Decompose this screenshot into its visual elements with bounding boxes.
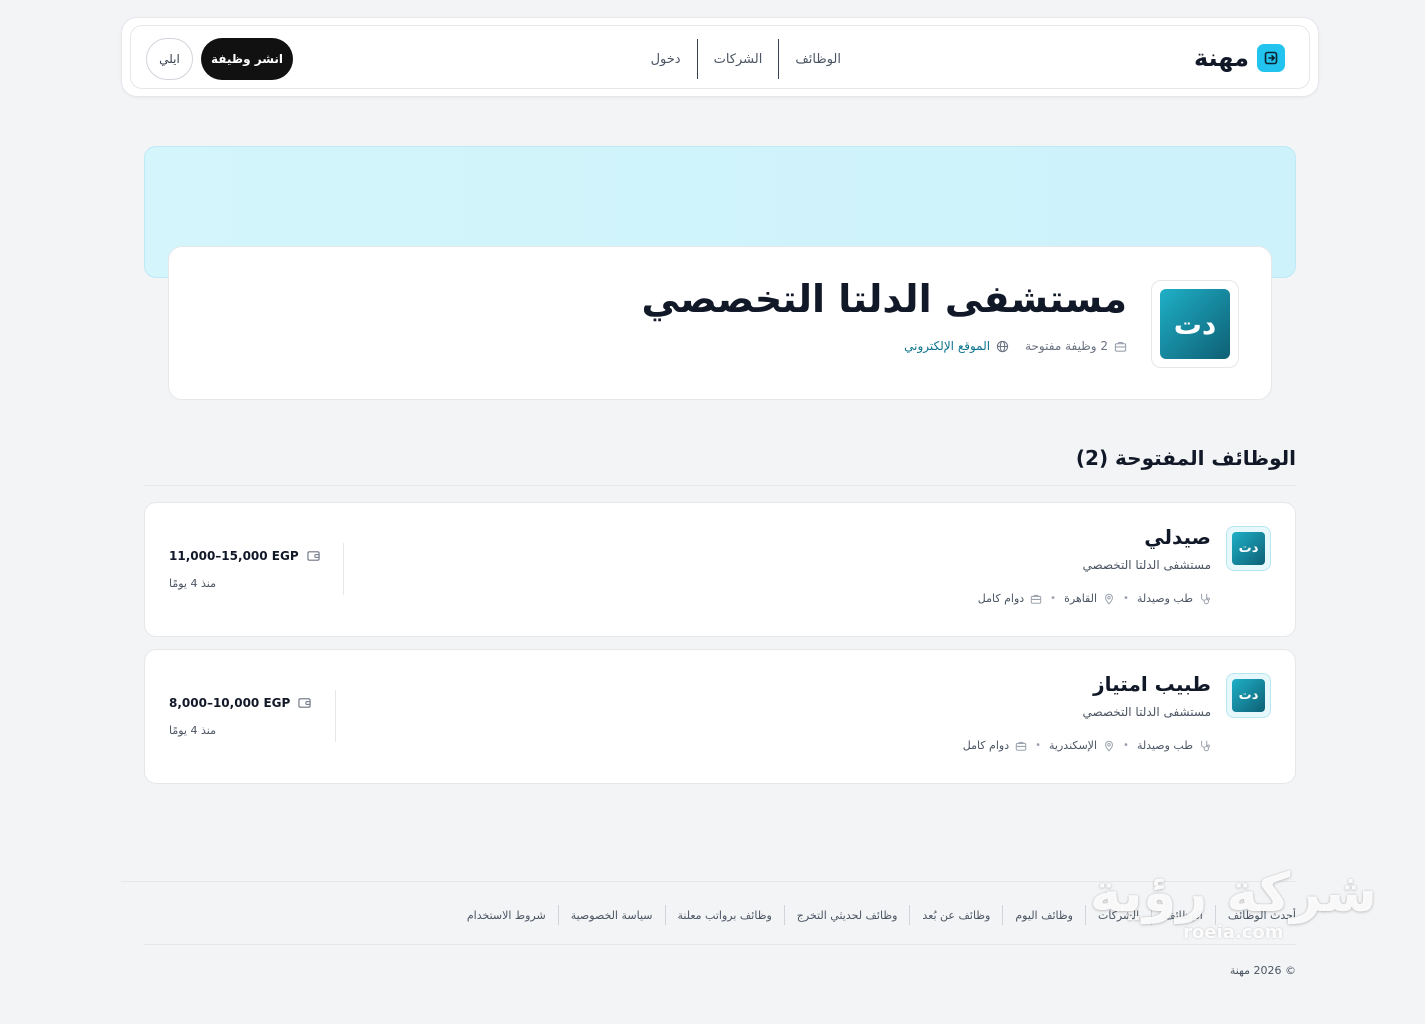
job-company-logo-frame: دت (1226, 526, 1271, 571)
footer-link-today-jobs[interactable]: وظائف اليوم (1003, 909, 1085, 922)
job-type-label: دوام كامل (977, 592, 1025, 605)
stethoscope-icon (1199, 740, 1211, 752)
job-title[interactable]: طبيب امتياز (1093, 672, 1211, 696)
location-pin-icon (1103, 593, 1115, 605)
job-company-name: مستشفى الدلتا التخصصي (1082, 705, 1211, 719)
tag-separator: • (1050, 593, 1057, 604)
brand[interactable]: مهنة (1194, 44, 1285, 72)
briefcase-icon (1015, 740, 1027, 752)
nav-jobs[interactable]: الوظائف (779, 39, 857, 79)
footer-link-remote-jobs[interactable]: وظائف عن بُعد (910, 909, 1002, 922)
job-tags: طب وصيدلة • القاهرة • دوام كامل (978, 592, 1211, 605)
job-posted-date: منذ 4 يومًا (169, 724, 216, 737)
nav-login[interactable]: دخول (635, 39, 697, 79)
brand-logo-icon (1257, 44, 1285, 72)
section-divider (144, 485, 1296, 486)
company-logo-frame: دت (1151, 280, 1239, 368)
footer-separator (909, 905, 911, 925)
footer-link-companies[interactable]: الشركات (1086, 909, 1151, 922)
copyright: © 2026 مهنة (1229, 964, 1296, 977)
footer-link-graduate-jobs[interactable]: وظائف لحديثي التخرج (785, 909, 910, 922)
job-posted-date: منذ 4 يومًا (169, 577, 216, 590)
footer-link-salary-jobs[interactable]: وظائف برواتب معلنة (666, 909, 784, 922)
company-logo: دت (1160, 289, 1230, 359)
footer-separator (783, 905, 785, 925)
job-card[interactable]: دت صيدلي مستشفى الدلتا التخصصي طب وصيدلة… (144, 502, 1296, 637)
job-company-logo-frame: دت (1226, 673, 1271, 718)
footer-divider (144, 944, 1296, 945)
footer-separator (664, 905, 666, 925)
location-pin-icon (1103, 740, 1115, 752)
job-salary-label: 8,000–10,000 EGP (169, 696, 291, 710)
job-type: دوام كامل (963, 739, 1027, 752)
company-profile-card: دت مستشفى الدلتا التخصصي 2 وظيفة مفتوحة … (168, 246, 1272, 400)
nav-divider (778, 39, 780, 79)
job-card-divider (343, 543, 344, 595)
globe-icon (996, 340, 1009, 353)
job-location-label: الإسكندرية (1049, 739, 1098, 752)
nav-divider (696, 39, 698, 79)
job-company-logo: دت (1232, 532, 1265, 565)
job-card[interactable]: دت طبيب امتياز مستشفى الدلتا التخصصي طب … (144, 649, 1296, 784)
job-category: طب وصيدلة (1137, 739, 1211, 752)
briefcase-icon (1114, 340, 1127, 353)
wallet-icon (298, 697, 311, 709)
job-salary: 11,000–15,000 EGP (169, 549, 320, 563)
footer-link-terms[interactable]: شروط الاستخدام (455, 909, 558, 922)
footer-divider (121, 881, 1296, 882)
post-job-button[interactable]: انشر وظيفة (201, 38, 293, 80)
nav-companies[interactable]: الشركات (698, 39, 779, 79)
briefcase-icon (1030, 593, 1042, 605)
brand-name: مهنة (1193, 44, 1249, 72)
footer-separator (1214, 905, 1216, 925)
footer-link-latest-jobs[interactable]: أحدث الوظائف (1216, 909, 1296, 922)
job-category-label: طب وصيدلة (1136, 739, 1193, 752)
tag-separator: • (1123, 593, 1129, 604)
open-jobs-label: 2 وظيفة مفتوحة (1025, 339, 1108, 353)
website-link[interactable]: الموقع الإلكتروني (904, 339, 990, 353)
job-location: الإسكندرية (1049, 739, 1115, 752)
wallet-icon (307, 550, 320, 562)
job-salary-label: 11,000–15,000 EGP (169, 549, 299, 563)
job-salary: 8,000–10,000 EGP (169, 696, 311, 710)
job-category: طب وصيدلة (1137, 592, 1211, 605)
open-jobs-count: 2 وظيفة مفتوحة (1025, 339, 1127, 353)
job-card-divider (335, 690, 336, 742)
website: الموقع الإلكتروني (904, 339, 1009, 353)
footer-link-jobs[interactable]: الوظائف (1152, 909, 1215, 922)
company-meta: 2 وظيفة مفتوحة الموقع الإلكتروني (904, 339, 1127, 353)
tag-separator: • (1123, 740, 1129, 751)
footer-separator (557, 905, 559, 925)
open-jobs-heading: الوظائف المفتوحة (2) (1075, 446, 1296, 470)
tag-separator: • (1035, 740, 1042, 751)
footer-links: أحدث الوظائف الوظائف الشركات وظائف اليوم… (455, 905, 1296, 925)
footer-separator (1151, 905, 1153, 925)
job-location-label: القاهرة (1064, 592, 1098, 605)
stethoscope-icon (1199, 593, 1211, 605)
main-nav: الوظائف الشركات دخول (635, 39, 857, 79)
site-header: مهنة الوظائف الشركات دخول انشر وظيفة ايل… (121, 17, 1319, 97)
job-tags: طب وصيدلة • الإسكندرية • دوام كامل (963, 739, 1211, 752)
user-menu-button[interactable]: ايلي (146, 38, 193, 80)
job-location: القاهرة (1064, 592, 1115, 605)
company-name: مستشفى الدلتا التخصصي (641, 277, 1127, 321)
header-bar: مهنة الوظائف الشركات دخول انشر وظيفة ايل… (130, 25, 1310, 89)
job-category-label: طب وصيدلة (1136, 592, 1193, 605)
footer-separator (1084, 905, 1086, 925)
job-company-logo: دت (1232, 679, 1265, 712)
footer-link-privacy[interactable]: سياسة الخصوصية (559, 909, 665, 922)
job-title[interactable]: صيدلي (1144, 525, 1211, 549)
footer-separator (1002, 905, 1004, 925)
job-type-label: دوام كامل (962, 739, 1010, 752)
job-type: دوام كامل (978, 592, 1042, 605)
job-company-name: مستشفى الدلتا التخصصي (1082, 558, 1211, 572)
watermark-domain: roeia.com (1183, 922, 1284, 943)
